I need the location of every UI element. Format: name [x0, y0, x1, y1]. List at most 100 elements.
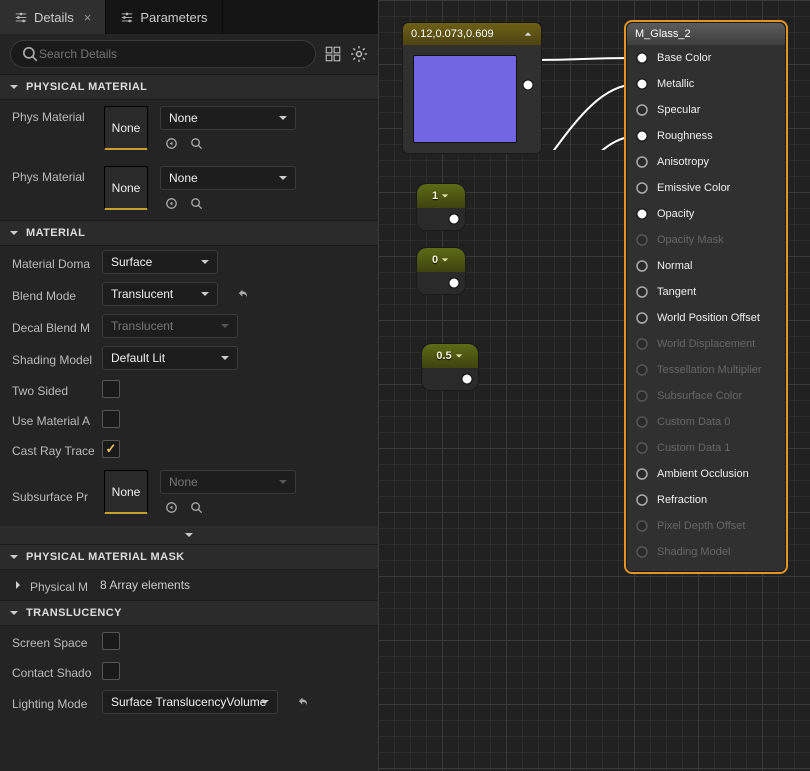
- input-pin-icon: [635, 207, 649, 221]
- input-pin-icon: [635, 181, 649, 195]
- gear-icon[interactable]: [350, 45, 368, 63]
- contact-shadow-checkbox[interactable]: [102, 662, 120, 680]
- tab-parameters[interactable]: Parameters: [106, 0, 222, 34]
- tab-details[interactable]: Details ×: [0, 0, 106, 34]
- grid-icon[interactable]: [324, 45, 342, 63]
- reset-icon[interactable]: [238, 287, 252, 301]
- array-count: 8 Array elements: [100, 578, 190, 592]
- output-pin[interactable]: [447, 276, 461, 290]
- lighting-mode-dropdown[interactable]: Surface TranslucencyVolume: [102, 690, 278, 714]
- subsurface-asset-picker[interactable]: None: [160, 470, 296, 494]
- output-pin[interactable]: [460, 372, 474, 386]
- material-input-pin[interactable]: Ambient Occlusion: [627, 461, 785, 487]
- row-two-sided: Two Sided: [0, 374, 378, 404]
- browse-icon[interactable]: [189, 196, 204, 211]
- input-pin-icon: [635, 337, 649, 351]
- output-pin[interactable]: [521, 78, 535, 92]
- details-scroll[interactable]: PHYSICAL MATERIAL Phys Material None Non…: [0, 74, 378, 771]
- node-constant-vector[interactable]: 0.12,0.073,0.609: [402, 22, 542, 154]
- row-contact-shadow: Contact Shado: [0, 656, 378, 686]
- output-pin[interactable]: [447, 212, 461, 226]
- input-pin-icon: [635, 129, 649, 143]
- expand-advanced-button[interactable]: [0, 526, 378, 544]
- input-pin-icon: [635, 311, 649, 325]
- section-physical-material-mask[interactable]: PHYSICAL MATERIAL MASK: [0, 544, 378, 570]
- use-selected-icon[interactable]: [164, 500, 179, 515]
- chevron-down-icon: [8, 607, 20, 619]
- row-screen-space: Screen Space: [0, 626, 378, 656]
- chevron-down-icon: [259, 696, 271, 708]
- chevron-right-icon[interactable]: [12, 579, 24, 591]
- material-input-pin[interactable]: Base Color: [627, 45, 785, 71]
- node-scalar-constant[interactable]: 1: [416, 183, 466, 231]
- input-pin-icon: [635, 467, 649, 481]
- browse-icon[interactable]: [189, 136, 204, 151]
- input-pin-icon: [635, 233, 649, 247]
- material-input-pin: Shading Model: [627, 539, 785, 565]
- two-sided-checkbox[interactable]: [102, 380, 120, 398]
- section-material[interactable]: MATERIAL: [0, 220, 378, 246]
- row-physical-material-mask: Physical M 8 Array elements: [0, 570, 378, 600]
- details-panel: Details × Parameters PHYSICAL MATERIAL P…: [0, 0, 378, 771]
- browse-icon[interactable]: [189, 500, 204, 515]
- material-input-pin: Subsurface Color: [627, 383, 785, 409]
- chevron-down-icon: [8, 227, 20, 239]
- cast-ray-trace-checkbox[interactable]: [102, 440, 120, 458]
- row-use-material-attr: Use Material A: [0, 404, 378, 434]
- section-physical-material[interactable]: PHYSICAL MATERIAL: [0, 74, 378, 100]
- input-pin-icon: [635, 519, 649, 533]
- use-selected-icon[interactable]: [164, 196, 179, 211]
- asset-thumbnail[interactable]: None: [104, 470, 148, 514]
- close-icon[interactable]: ×: [84, 10, 92, 25]
- chevron-up-icon[interactable]: [523, 29, 533, 39]
- row-phys-material: Phys Material None None: [0, 100, 378, 160]
- node-scalar-constant[interactable]: 0.5: [421, 343, 479, 391]
- chevron-down-icon[interactable]: [454, 351, 464, 361]
- color-swatch[interactable]: [413, 55, 517, 143]
- row-lighting-mode: Lighting Mode Surface TranslucencyVolume: [0, 686, 378, 718]
- asset-picker[interactable]: None: [160, 166, 296, 190]
- input-pin-icon: [635, 155, 649, 169]
- screen-space-checkbox[interactable]: [102, 632, 120, 650]
- asset-picker[interactable]: None: [160, 106, 296, 130]
- search-bar: [0, 34, 378, 74]
- shading-model-dropdown[interactable]: Default Lit: [102, 346, 238, 370]
- material-graph[interactable]: 0.12,0.073,0.609 1 0 0.5 M_Glass_2 Base …: [378, 0, 810, 771]
- material-input-pin[interactable]: World Position Offset: [627, 305, 785, 331]
- material-input-pin[interactable]: Refraction: [627, 487, 785, 513]
- row-shading-model: Shading Model Default Lit: [0, 342, 378, 374]
- tab-bar: Details × Parameters: [0, 0, 378, 34]
- use-selected-icon[interactable]: [164, 136, 179, 151]
- node-material-output[interactable]: M_Glass_2 Base ColorMetallicSpecularRoug…: [626, 22, 786, 572]
- row-material-domain: Material Doma Surface: [0, 246, 378, 278]
- search-input-wrap[interactable]: [10, 40, 316, 68]
- asset-thumbnail[interactable]: None: [104, 166, 148, 210]
- chevron-down-icon: [199, 256, 211, 268]
- chevron-down-icon[interactable]: [440, 255, 450, 265]
- material-input-pin[interactable]: Normal: [627, 253, 785, 279]
- input-pin-icon: [635, 77, 649, 91]
- chevron-down-icon: [8, 551, 20, 563]
- chevron-down-icon[interactable]: [440, 191, 450, 201]
- search-input[interactable]: [39, 47, 305, 61]
- input-pin-icon: [635, 285, 649, 299]
- input-pin-icon: [635, 103, 649, 117]
- material-input-pin: Opacity Mask: [627, 227, 785, 253]
- material-input-pin[interactable]: Emissive Color: [627, 175, 785, 201]
- material-input-pin[interactable]: Metallic: [627, 71, 785, 97]
- material-input-pin[interactable]: Tangent: [627, 279, 785, 305]
- use-material-attributes-checkbox[interactable]: [102, 410, 120, 428]
- asset-thumbnail[interactable]: None: [104, 106, 148, 150]
- material-input-pin[interactable]: Opacity: [627, 201, 785, 227]
- material-input-pin[interactable]: Anisotropy: [627, 149, 785, 175]
- reset-icon[interactable]: [298, 695, 312, 709]
- material-input-pin: Custom Data 0: [627, 409, 785, 435]
- node-scalar-constant[interactable]: 0: [416, 247, 466, 295]
- chevron-down-icon: [277, 112, 289, 124]
- section-translucency[interactable]: TRANSLUCENCY: [0, 600, 378, 626]
- material-domain-dropdown[interactable]: Surface: [102, 250, 218, 274]
- blend-mode-dropdown[interactable]: Translucent: [102, 282, 218, 306]
- material-input-pin[interactable]: Roughness: [627, 123, 785, 149]
- input-pin-icon: [635, 389, 649, 403]
- material-input-pin[interactable]: Specular: [627, 97, 785, 123]
